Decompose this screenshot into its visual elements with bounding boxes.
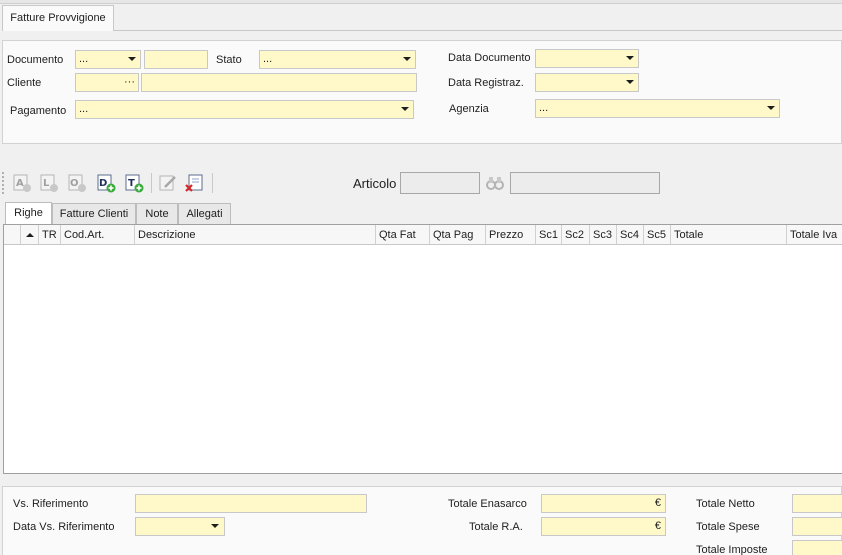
agenzia-dropdown[interactable]: ... bbox=[535, 99, 780, 118]
documento-type-value: ... bbox=[79, 53, 89, 65]
col-qta-fat[interactable]: Qta Fat bbox=[376, 225, 430, 245]
col-sc4[interactable]: Sc4 bbox=[617, 225, 644, 245]
col-sc3[interactable]: Sc3 bbox=[590, 225, 617, 245]
chevron-down-icon bbox=[626, 56, 634, 60]
col-sc1[interactable]: Sc1 bbox=[536, 225, 562, 245]
binoculars-icon bbox=[486, 177, 504, 190]
stato-value: ... bbox=[263, 53, 273, 65]
righe-grid[interactable]: TR Cod.Art. Descrizione Qta Fat Qta Pag … bbox=[3, 224, 842, 474]
data-registraz-label: Data Registraz. bbox=[448, 77, 524, 89]
col-indicator[interactable] bbox=[4, 225, 21, 245]
totale-ra-label: Totale R.A. bbox=[469, 521, 523, 533]
totale-imposte-label: Totale Imposte bbox=[696, 544, 768, 555]
articolo-label: Articolo bbox=[353, 176, 397, 191]
sort-up-icon bbox=[26, 233, 34, 237]
data-vs-riferimento-field[interactable] bbox=[135, 517, 225, 536]
ellipsis-icon[interactable]: ··· bbox=[124, 74, 135, 91]
svg-text:O: O bbox=[70, 178, 79, 189]
col-sc2[interactable]: Sc2 bbox=[562, 225, 590, 245]
totale-spese-field bbox=[792, 517, 842, 536]
totale-imposte-field bbox=[792, 540, 842, 555]
add-a-button[interactable]: A bbox=[11, 172, 33, 194]
agenzia-value: ... bbox=[539, 102, 549, 114]
svg-text:T: T bbox=[128, 178, 135, 189]
totale-ra-field: € bbox=[541, 517, 666, 536]
euro-symbol: € bbox=[654, 497, 661, 509]
totale-spese-label: Totale Spese bbox=[696, 521, 760, 533]
stato-label: Stato bbox=[216, 54, 242, 66]
add-l-icon: L bbox=[40, 174, 58, 192]
col-sc5[interactable]: Sc5 bbox=[644, 225, 671, 245]
documento-number-field[interactable] bbox=[144, 50, 208, 69]
col-tr[interactable]: TR bbox=[39, 225, 61, 245]
toolbar-separator bbox=[151, 173, 152, 193]
add-l-button[interactable]: L bbox=[38, 172, 60, 194]
col-qta-pag[interactable]: Qta Pag bbox=[430, 225, 486, 245]
delete-button[interactable] bbox=[184, 172, 206, 194]
col-totale-iva[interactable]: Totale Iva bbox=[787, 225, 842, 245]
edit-icon bbox=[159, 175, 176, 191]
add-t-button[interactable]: T bbox=[123, 172, 145, 194]
pagamento-label: Pagamento bbox=[10, 105, 67, 117]
add-t-icon: T bbox=[125, 174, 144, 193]
svg-text:L: L bbox=[43, 178, 50, 189]
add-d-button[interactable]: D bbox=[95, 172, 117, 194]
tab-allegati[interactable]: Allegati bbox=[178, 203, 231, 224]
add-a-icon: A bbox=[13, 174, 31, 192]
vs-riferimento-label: Vs. Riferimento bbox=[13, 498, 89, 510]
totale-netto-label: Totale Netto bbox=[696, 498, 755, 510]
articolo-description-field[interactable] bbox=[510, 172, 660, 194]
data-vs-riferimento-label: Data Vs. Riferimento bbox=[13, 521, 115, 533]
cliente-code-field[interactable]: ··· bbox=[75, 73, 139, 92]
toolbar-grip bbox=[2, 172, 6, 194]
tab-righe[interactable]: Righe bbox=[5, 202, 52, 224]
tab-fatture-provvigione[interactable]: Fatture Provvigione bbox=[2, 5, 114, 31]
edit-button[interactable] bbox=[157, 172, 179, 194]
tab-strip-line bbox=[114, 30, 842, 31]
add-d-icon: D bbox=[97, 174, 116, 193]
col-totale[interactable]: Totale bbox=[671, 225, 787, 245]
data-documento-field[interactable] bbox=[535, 49, 639, 68]
articolo-code-field[interactable] bbox=[400, 172, 480, 194]
toolbar-separator bbox=[212, 173, 213, 193]
chevron-down-icon bbox=[128, 57, 136, 61]
chevron-down-icon bbox=[626, 80, 634, 84]
chevron-down-icon bbox=[767, 106, 775, 110]
col-prezzo[interactable]: Prezzo bbox=[486, 225, 536, 245]
totale-netto-field bbox=[792, 494, 842, 513]
data-documento-label: Data Documento bbox=[448, 52, 531, 64]
cliente-name-field[interactable] bbox=[141, 73, 417, 92]
pagamento-value: ... bbox=[79, 103, 89, 115]
pagamento-dropdown[interactable]: ... bbox=[75, 100, 414, 119]
window-top-strip bbox=[0, 0, 842, 4]
grid-header: TR Cod.Art. Descrizione Qta Fat Qta Pag … bbox=[4, 225, 842, 245]
data-registraz-field[interactable] bbox=[535, 73, 639, 92]
delete-icon bbox=[185, 174, 203, 192]
svg-text:D: D bbox=[99, 178, 107, 189]
cliente-label: Cliente bbox=[7, 77, 42, 89]
chevron-down-icon bbox=[401, 107, 409, 111]
totale-enasarco-field: € bbox=[541, 494, 666, 513]
chevron-down-icon bbox=[211, 524, 219, 528]
col-sort[interactable] bbox=[21, 225, 39, 245]
agenzia-label: Agenzia bbox=[449, 103, 489, 115]
vs-riferimento-field[interactable] bbox=[135, 494, 367, 513]
add-o-icon: O bbox=[68, 174, 86, 192]
articolo-search-button[interactable] bbox=[483, 173, 507, 193]
totale-enasarco-label: Totale Enasarco bbox=[448, 498, 527, 510]
add-o-button[interactable]: O bbox=[66, 172, 88, 194]
tab-fatture-clienti[interactable]: Fatture Clienti bbox=[52, 203, 136, 224]
tab-note[interactable]: Note bbox=[136, 203, 178, 224]
documento-type-dropdown[interactable]: ... bbox=[75, 50, 141, 69]
svg-text:A: A bbox=[16, 178, 24, 189]
documento-label: Documento bbox=[7, 54, 64, 66]
col-cod-art[interactable]: Cod.Art. bbox=[61, 225, 135, 245]
col-descrizione[interactable]: Descrizione bbox=[135, 225, 376, 245]
chevron-down-icon bbox=[403, 57, 411, 61]
euro-symbol: € bbox=[654, 520, 661, 532]
stato-dropdown[interactable]: ... bbox=[259, 50, 416, 69]
